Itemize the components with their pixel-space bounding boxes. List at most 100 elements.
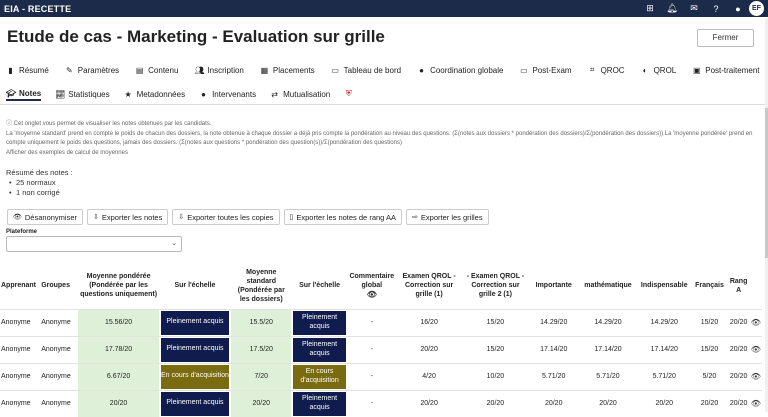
col-echelle-2[interactable]: Sur l'échelle (291, 263, 347, 309)
cell-examen-1: 4/20 (395, 362, 463, 390)
tab-resume[interactable]: ▮ Résumé (6, 63, 49, 77)
tag-icon: ▭ (520, 65, 528, 75)
tab-statistiques[interactable]: 📈︎ Statistiques (55, 87, 109, 101)
row-view: 👁︎ (749, 335, 762, 363)
cell-moyenne-standard: 7/20 (231, 362, 292, 390)
eye-icon[interactable]: 👁︎ (367, 290, 377, 299)
tab-placements[interactable]: ▦ Placements (260, 63, 315, 77)
tab-inscription[interactable]: 👥︎ Inscription (194, 63, 243, 77)
top-bar: EIA - RECETTE ⊞ 🔔︎ ✉ ? ● EF (0, 0, 768, 17)
table-row: Anonyme Anonyme 6.67/20 En cours d'acqui… (0, 362, 762, 390)
windows-icon[interactable]: ⊞ (639, 3, 661, 14)
export-grids-button[interactable]: ⇨ Exporter les grilles (406, 209, 489, 225)
info-averages: La 'moyenne standard' prend en compte le… (6, 130, 753, 147)
cell-echelle-2: En cours d'acquisition (291, 362, 348, 390)
close-button[interactable]: Fermer (697, 29, 754, 47)
cell-indispensable: 5.71/20 (637, 362, 692, 390)
col-examen-1[interactable]: Examen QROL - Correction sur grille (1) (396, 263, 462, 309)
cell-moyenne-standard: 20/20 (231, 389, 292, 417)
cell-apprenant: Anonyme (0, 389, 41, 417)
tab-tableau-de-bord[interactable]: ▭ Tableau de bord (331, 63, 401, 77)
level-badge: Pleinement acquis (293, 337, 346, 362)
info-examples-link[interactable]: Afficher des exemples de calcul de moyen… (6, 149, 758, 159)
avatar[interactable]: EF (749, 1, 764, 16)
cell-importante: 14.29/20 (528, 308, 579, 336)
bell-icon[interactable]: 🔔︎ (661, 3, 683, 14)
col-actions (750, 263, 762, 309)
row-view: 👁︎ (749, 362, 762, 390)
cell-echelle-1: En cours d'acquisition (158, 362, 232, 390)
tab-mutualisation[interactable]: ⇄ Mutualisation (270, 87, 330, 101)
cell-commentaire: - (347, 308, 396, 336)
eye-icon[interactable]: 👁︎ (751, 399, 761, 408)
cell-indispensable: 20/20 (637, 389, 692, 417)
summary-label: Résumé des notes : (6, 168, 73, 177)
easel-icon: ▭ (331, 65, 339, 75)
col-francais[interactable]: Français (691, 263, 727, 309)
col-moyenne-ponderee[interactable]: Moyenne pondérée (Pondérée par les quest… (78, 263, 158, 309)
eye-icon[interactable]: 👁︎ (751, 318, 761, 327)
cell-importante: 20/20 (528, 389, 579, 417)
tab-qroc[interactable]: ⌗ QROC (588, 63, 625, 77)
tab-metadonnees[interactable]: ★ Metadonnées (124, 87, 186, 101)
person-icon: ● (201, 89, 206, 99)
cell-importante: 5.71/20 (528, 362, 579, 390)
cell-examen-1: 20/20 (395, 335, 463, 363)
cell-apprenant: Anonyme (0, 308, 41, 336)
help-icon[interactable]: ? (705, 4, 727, 14)
star-icon: ★ (124, 89, 132, 99)
cell-examen-2: 10/20 (462, 362, 529, 390)
cell-rang: 20/20 (727, 362, 750, 390)
col-examen-2[interactable]: - Examen QROL - Correction sur grille 2 … (462, 263, 528, 309)
tab-parametres[interactable]: ✎ Paramètres (65, 63, 119, 77)
summary-item: 25 normaux (6, 178, 73, 188)
col-groupes[interactable]: Groupes (40, 263, 78, 309)
cell-apprenant: Anonyme (0, 362, 41, 390)
col-importante[interactable]: Importante (529, 263, 579, 309)
tab-post-traitement[interactable]: ▣ Post-traitement (692, 63, 760, 77)
cell-groupes: Anonyme (40, 308, 79, 336)
eye-icon[interactable]: 👁︎ (751, 372, 761, 381)
export-copies-button[interactable]: ⇩ Exporter toutes les copies (172, 209, 280, 225)
col-apprenant[interactable]: Apprenant (0, 263, 40, 309)
tabs-divider (0, 104, 768, 105)
platform-label: Plateforme (6, 229, 38, 235)
app-title: EIA - RECETTE (4, 3, 72, 14)
tab-intervenants[interactable]: ● Intervenants (199, 87, 256, 101)
summary-item: 1 non corrigé (6, 188, 73, 198)
user-icon[interactable]: ● (727, 4, 749, 14)
eye-icon[interactable]: 👁︎ (751, 345, 761, 354)
cell-moyenne-ponderee: 15.56/20 (78, 308, 159, 336)
tab-shield[interactable]: ⛨ (344, 87, 357, 101)
col-mathematique[interactable]: mathématique (579, 263, 637, 309)
export-icon: ⇨ (412, 214, 418, 221)
export-notes-button[interactable]: ⇩ Exporter les notes (87, 209, 169, 225)
tab-post-exam[interactable]: ▭ Post-Exam (519, 63, 571, 77)
cell-groupes: Anonyme (40, 389, 79, 417)
table-row: Anonyme Anonyme 20/20 Pleinement acquis … (0, 389, 762, 417)
cell-echelle-1: Pleinement acquis (158, 389, 232, 417)
mail-icon[interactable]: ✉ (683, 3, 705, 14)
cell-moyenne-standard: 17.5/20 (231, 335, 292, 363)
col-echelle-1[interactable]: Sur l'échelle (159, 263, 231, 309)
tab-coordination-globale[interactable]: ● Coordination globale (417, 63, 503, 77)
export-rank-aa-button[interactable]: ▯ Exporter les notes de rang AA (283, 209, 403, 225)
col-indispensable[interactable]: Indispensable (637, 263, 691, 309)
deanonymize-button[interactable]: 👁︎ Désanonymiser (7, 209, 83, 225)
tab-contenu[interactable]: ▤ Contenu (135, 63, 179, 77)
col-rang[interactable]: Rang A (728, 263, 750, 309)
cell-moyenne-ponderee: 20/20 (78, 389, 159, 417)
cell-rang: 20/20 (727, 308, 750, 336)
cell-indispensable: 14.29/20 (637, 308, 692, 336)
users-icon: 👥︎ (194, 65, 205, 75)
swap-icon: ⇄ (271, 89, 278, 99)
tab-qrol[interactable]: ◐ QROL (641, 63, 677, 77)
col-moyenne-standard[interactable]: Moyenne standard (Pondérée par les dossi… (231, 263, 291, 309)
cell-moyenne-standard: 15.5/20 (231, 308, 292, 336)
grid-icon: ▦ (260, 65, 269, 75)
col-commentaire[interactable]: Commentaire global 👁︎ (348, 263, 396, 309)
tab-notes[interactable]: 🎓︎ Notes (6, 87, 42, 101)
platform-select[interactable]: ⌄ (6, 236, 182, 252)
shield-icon: ⛨ (345, 89, 352, 98)
bookmark-icon: ▮ (8, 65, 13, 75)
